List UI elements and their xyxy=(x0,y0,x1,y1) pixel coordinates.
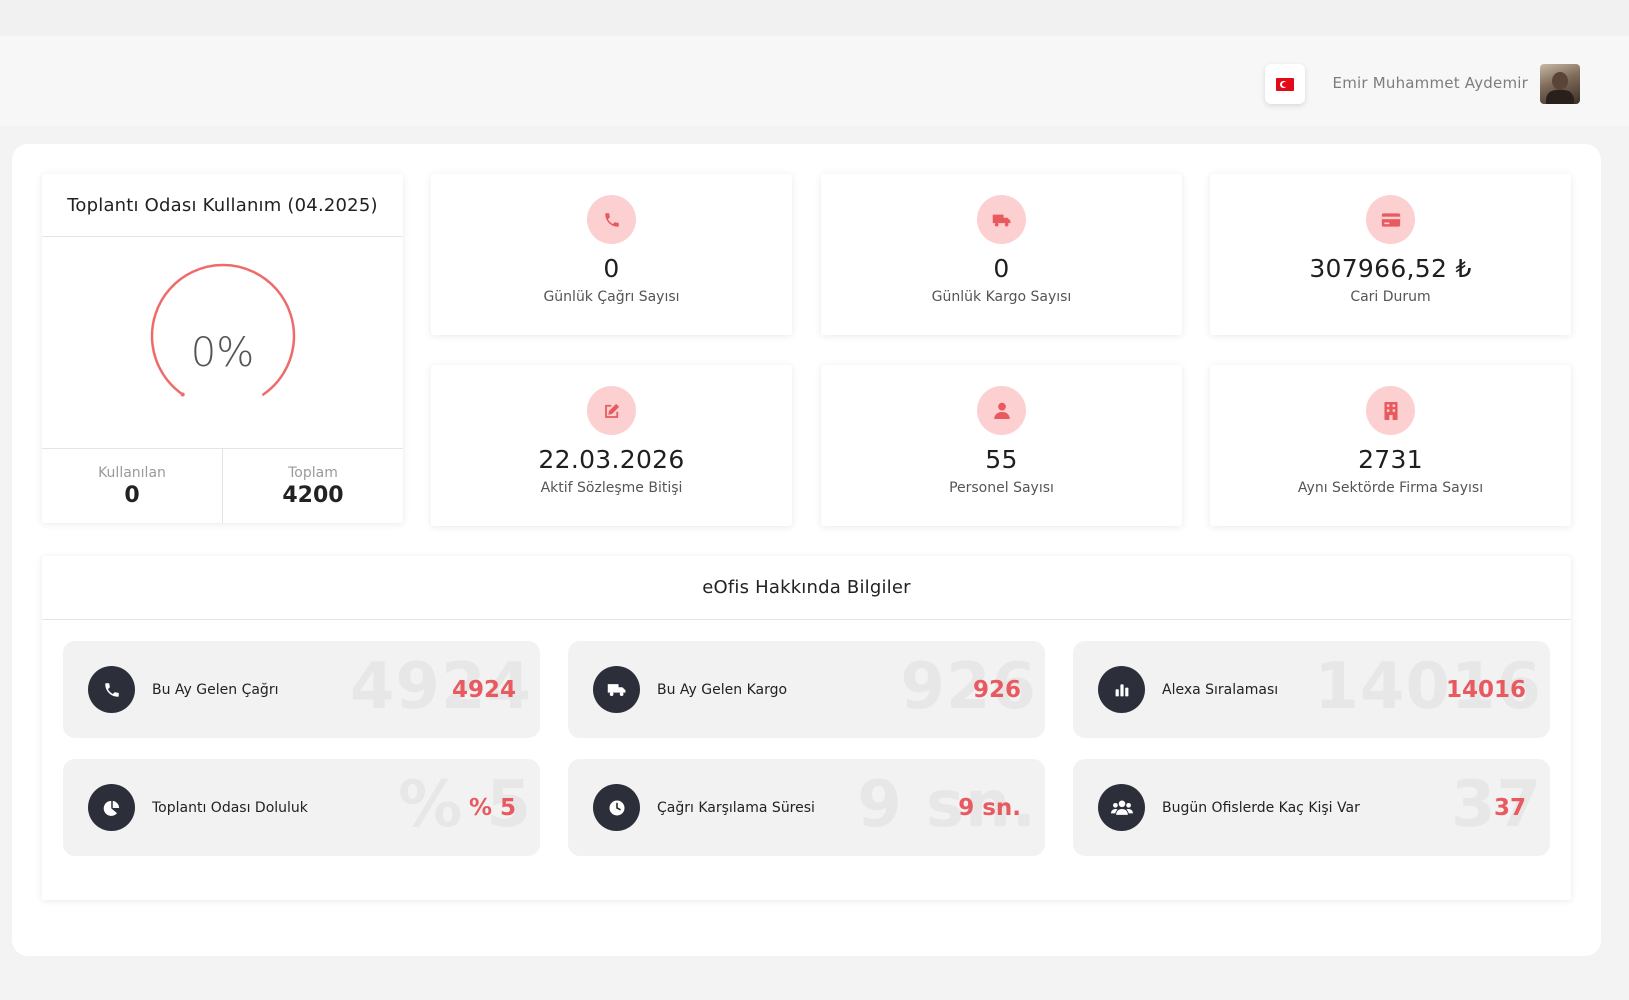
usage-percent: 0% xyxy=(190,330,255,376)
usage-summary: Kullanılan 0 Toplam 4200 xyxy=(42,448,403,523)
info-tile-monthly-calls: Bu Ay Gelen Çağrı 4924 4924 xyxy=(63,641,540,738)
used-label: Kullanılan xyxy=(98,464,166,481)
edit-icon xyxy=(587,386,636,435)
tile-label: Bu Ay Gelen Çağrı xyxy=(152,681,279,698)
stat-label: Personel Sayısı xyxy=(949,480,1054,496)
stat-card-daily-calls: 0 Günlük Çağrı Sayısı xyxy=(431,174,792,335)
users-icon xyxy=(1098,784,1145,831)
info-tile-people-in-office: Bugün Ofislerde Kaç Kişi Var 37 37 xyxy=(1073,759,1550,856)
stat-value: 2731 xyxy=(1358,445,1423,474)
total-value: 4200 xyxy=(282,482,344,508)
info-tile-meeting-occupancy: Toplantı Odası Doluluk % 5 % 5 xyxy=(63,759,540,856)
used-column: Kullanılan 0 xyxy=(42,449,222,523)
credit-card-icon xyxy=(1366,195,1415,244)
tile-value: 37 xyxy=(1493,794,1526,821)
stat-card-contract-end: 22.03.2026 Aktif Sözleşme Bitişi xyxy=(431,365,792,526)
usage-gauge: 0% xyxy=(42,238,403,448)
user-icon xyxy=(977,386,1026,435)
stat-value: 55 xyxy=(985,445,1018,474)
stat-label: Cari Durum xyxy=(1350,289,1431,305)
stat-label: Günlük Çağrı Sayısı xyxy=(543,289,680,305)
tile-label: Alexa Sıralaması xyxy=(1162,681,1279,698)
tile-label: Bugün Ofislerde Kaç Kişi Var xyxy=(1162,799,1360,816)
usage-card-title: Toplantı Odası Kullanım (04.2025) xyxy=(42,174,403,237)
avatar[interactable] xyxy=(1540,64,1580,104)
eofis-info-card: eOfis Hakkında Bilgiler Bu Ay Gelen Çağr… xyxy=(42,556,1571,900)
tile-value: 926 xyxy=(972,676,1021,703)
pie-chart-icon xyxy=(88,784,135,831)
clock-icon xyxy=(593,784,640,831)
info-tile-call-response-time: Çağrı Karşılama Süresi 9 sn. 9 sn. xyxy=(568,759,1045,856)
truck-icon xyxy=(977,195,1026,244)
top-strip xyxy=(0,0,1629,36)
info-tile-alexa-rank: Alexa Sıralaması 14016 14016 xyxy=(1073,641,1550,738)
info-title: eOfis Hakkında Bilgiler xyxy=(42,556,1571,620)
bar-chart-icon xyxy=(1098,666,1145,713)
stat-label: Aynı Sektörde Firma Sayısı xyxy=(1297,480,1484,496)
phone-icon xyxy=(587,195,636,244)
tile-value: 14016 xyxy=(1445,676,1526,703)
tile-label: Bu Ay Gelen Kargo xyxy=(657,681,788,698)
used-value: 0 xyxy=(124,482,140,508)
tile-value: % 5 xyxy=(468,794,516,821)
truck-icon xyxy=(593,666,640,713)
turkey-flag-icon xyxy=(1276,77,1294,91)
meeting-room-usage-card: Toplantı Odası Kullanım (04.2025) 0% Kul… xyxy=(42,174,403,523)
total-label: Toplam xyxy=(288,464,338,481)
stat-value: 0 xyxy=(993,254,1010,283)
stat-value: 22.03.2026 xyxy=(538,445,685,474)
tile-label: Çağrı Karşılama Süresi xyxy=(657,799,815,816)
user-name[interactable]: Emir Muhammet Aydemir xyxy=(1300,74,1528,92)
stat-card-balance: 307966,52 ₺ Cari Durum xyxy=(1210,174,1571,335)
info-tile-monthly-cargo: Bu Ay Gelen Kargo 926 926 xyxy=(568,641,1045,738)
stat-label: Günlük Kargo Sayısı xyxy=(931,289,1072,305)
language-button[interactable] xyxy=(1265,64,1305,104)
total-column: Toplam 4200 xyxy=(222,449,403,523)
stat-value: 0 xyxy=(603,254,620,283)
tile-label: Toplantı Odası Doluluk xyxy=(152,799,308,816)
stat-card-staff: 55 Personel Sayısı xyxy=(821,365,1182,526)
building-icon xyxy=(1366,386,1415,435)
stat-value: 307966,52 ₺ xyxy=(1309,254,1472,283)
tile-value: 4924 xyxy=(451,676,516,703)
stat-label: Aktif Sözleşme Bitişi xyxy=(540,480,683,496)
tile-value: 9 sn. xyxy=(958,794,1021,821)
stat-card-daily-cargo: 0 Günlük Kargo Sayısı xyxy=(821,174,1182,335)
phone-icon xyxy=(88,666,135,713)
stat-card-same-sector: 2731 Aynı Sektörde Firma Sayısı xyxy=(1210,365,1571,526)
